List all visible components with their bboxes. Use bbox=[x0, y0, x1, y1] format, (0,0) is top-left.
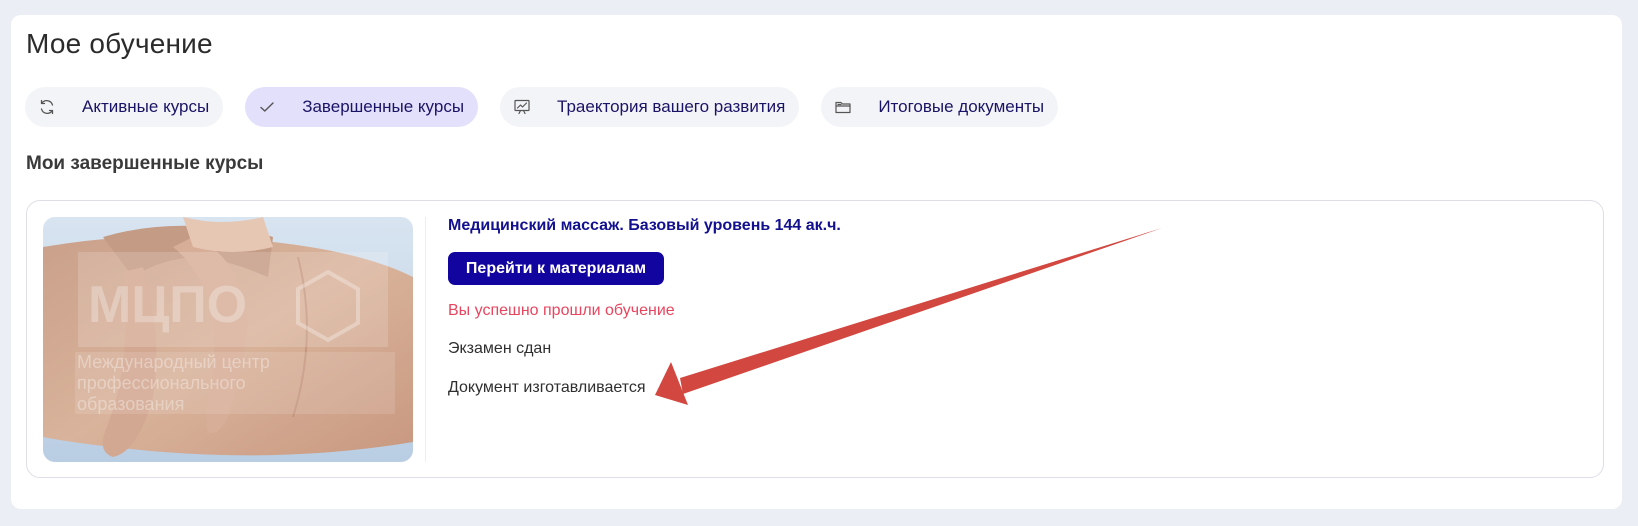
tab-label: Итоговые документы bbox=[878, 97, 1045, 116]
check-icon bbox=[257, 97, 277, 117]
tab-active-courses[interactable]: Активные курсы bbox=[25, 87, 224, 127]
course-title: Медицинский массаж. Базовый уровень 144 … bbox=[448, 217, 841, 234]
document-status: Документ изготавливается bbox=[448, 379, 646, 396]
section-title: Мои завершенные курсы bbox=[26, 153, 264, 174]
card-divider bbox=[425, 217, 426, 462]
tabs-bar: Активные курсы Завершенные курсы Траекто… bbox=[25, 87, 1059, 127]
watermark-logo: МЦПО bbox=[88, 276, 247, 334]
tab-label: Активные курсы bbox=[82, 97, 210, 116]
tab-final-documents[interactable]: Итоговые документы bbox=[821, 87, 1059, 127]
go-to-materials-button[interactable]: Перейти к материалам bbox=[448, 252, 664, 285]
page-title: Мое обучение bbox=[26, 28, 213, 59]
folder-icon bbox=[833, 97, 853, 117]
tab-label: Завершенные курсы bbox=[302, 97, 465, 116]
exam-status: Экзамен сдан bbox=[448, 340, 552, 357]
tab-development-trajectory[interactable]: Траектория вашего развития bbox=[500, 87, 800, 127]
watermark-text: Международный центр профессионального об… bbox=[77, 352, 270, 414]
completion-status: Вы успешно прошли обучение bbox=[448, 302, 675, 319]
tab-label: Траектория вашего развития bbox=[557, 97, 786, 116]
chart-board-icon bbox=[512, 97, 532, 117]
course-image: МЦПО Международный центр профессионально… bbox=[43, 217, 413, 462]
course-card: МЦПО Международный центр профессионально… bbox=[26, 200, 1604, 478]
tab-completed-courses[interactable]: Завершенные курсы bbox=[245, 87, 479, 127]
learning-panel: Мое обучение Активные курсы Завершенные … bbox=[11, 15, 1622, 509]
refresh-icon bbox=[37, 97, 57, 117]
